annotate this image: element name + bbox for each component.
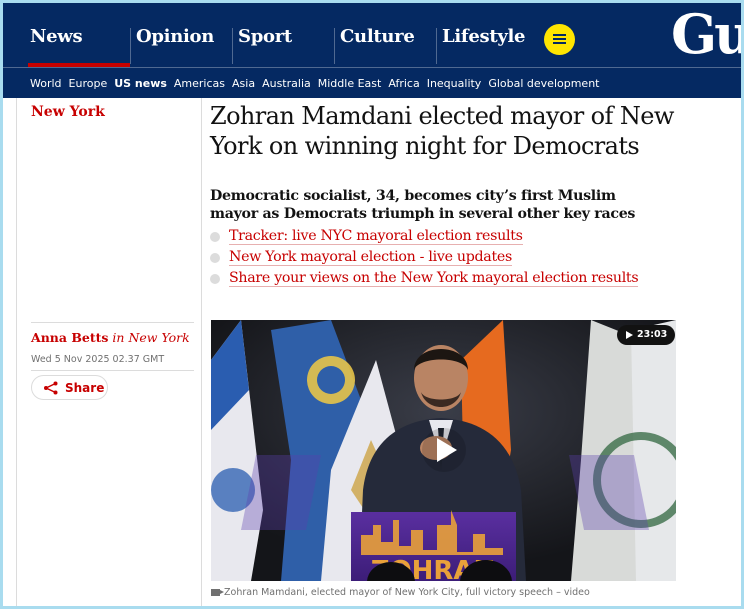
subnav-item-inequality[interactable]: Inequality	[427, 77, 482, 90]
bullet-icon	[210, 232, 220, 242]
pillar-divider	[232, 28, 233, 64]
subnav-item-americas[interactable]: Americas	[174, 77, 225, 90]
meta-divider	[31, 370, 194, 371]
column-divider	[201, 98, 202, 609]
video-camera-icon	[211, 589, 224, 596]
related-links-list: Tracker: live NYC mayoral election resul…	[210, 227, 640, 290]
menu-button[interactable]	[544, 24, 575, 55]
video-duration-badge: 23:03	[617, 325, 676, 345]
subnav-item-global-development[interactable]: Global development	[488, 77, 599, 90]
sub-navigation: World Europe US news Americas Asia Australia M…	[0, 67, 744, 98]
subnav-item-australia[interactable]: Australia	[262, 77, 311, 90]
related-link-text[interactable]: New York mayoral election - live updates	[229, 249, 512, 266]
top-navigation: News Opinion Sport Culture Lifestyle Gu	[0, 0, 744, 67]
video-duration: 23:03	[637, 329, 668, 340]
video-caption: Zohran Mamdani, elected mayor of New Yor…	[211, 587, 590, 598]
pillar-divider	[130, 28, 131, 64]
pillar-label: Lifestyle	[442, 26, 526, 47]
article-headline: Zohran Mamdani elected mayor of New York…	[210, 102, 674, 160]
video-frame: ZOHRAN	[211, 320, 676, 581]
caption-text: Zohran Mamdani, elected mayor of New Yor…	[224, 587, 590, 598]
menu-icon-line	[553, 34, 566, 36]
meta-divider	[31, 322, 194, 323]
pillar-divider	[334, 28, 335, 64]
subnav-item-africa[interactable]: Africa	[388, 77, 419, 90]
subnav-item-asia[interactable]: Asia	[232, 77, 255, 90]
publish-date: Wed 5 Nov 2025 02.37 GMT	[31, 354, 165, 365]
share-button[interactable]: Share	[31, 375, 108, 400]
pillar-label: Opinion	[136, 26, 215, 47]
related-link-text[interactable]: Share your views on the New York mayoral…	[229, 270, 639, 287]
subnav-item-world[interactable]: World	[30, 77, 62, 90]
pillar-label: Culture	[340, 26, 415, 47]
menu-icon-line	[553, 38, 566, 40]
pillar-label: Sport	[238, 26, 292, 47]
author-location: in New York	[112, 330, 190, 345]
guardian-logo[interactable]: Gu	[671, 2, 744, 66]
related-link[interactable]: New York mayoral election - live updates	[210, 248, 640, 266]
article-standfirst: Democratic socialist, 34, becomes city’s…	[210, 188, 636, 222]
author-name[interactable]: Anna Betts	[31, 330, 108, 345]
pillar-label: News	[30, 26, 83, 47]
subnav-item-middle-east[interactable]: Middle East	[318, 77, 382, 90]
section-label[interactable]: New York	[31, 104, 105, 120]
share-label: Share	[65, 381, 105, 395]
bullet-icon	[210, 274, 220, 284]
subnav-item-europe[interactable]: Europe	[69, 77, 108, 90]
share-icon	[44, 381, 58, 395]
related-link-text[interactable]: Tracker: live NYC mayoral election resul…	[229, 228, 523, 245]
byline: Anna Betts in New York	[31, 330, 190, 345]
play-small-icon	[626, 331, 633, 339]
pillar-divider	[436, 28, 437, 64]
subnav-items: World Europe US news Americas Asia Australia M…	[30, 77, 606, 90]
related-link[interactable]: Share your views on the New York mayoral…	[210, 269, 640, 287]
video-player[interactable]: ZOHRAN	[211, 320, 676, 581]
related-link[interactable]: Tracker: live NYC mayoral election resul…	[210, 227, 640, 245]
subnav-item-us-news[interactable]: US news	[114, 77, 167, 90]
left-column-rule	[16, 98, 17, 609]
menu-icon-line	[553, 42, 566, 44]
bullet-icon	[210, 253, 220, 263]
